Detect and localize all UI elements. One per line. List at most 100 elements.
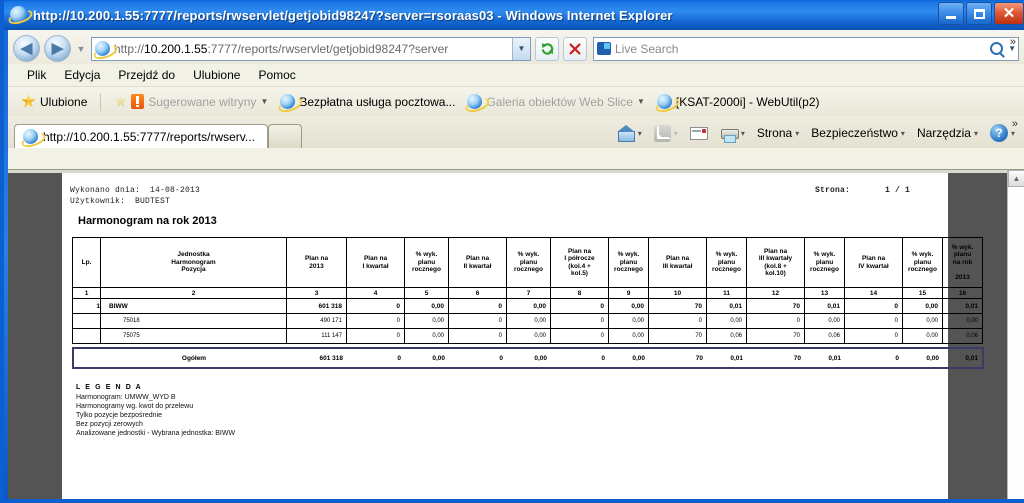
new-tab-button[interactable] xyxy=(268,124,302,148)
row-cell: 0 xyxy=(844,313,903,329)
close-button[interactable]: ✕ xyxy=(994,2,1024,25)
tools-menu-button[interactable]: Narzędzia ▾ xyxy=(912,123,983,143)
chevron-down-icon: ▾ xyxy=(900,128,905,138)
column-number: 5 xyxy=(404,287,449,299)
favorites-item-ksat-2000i-webutil[interactable]: [KSAT-2000i] - WebUtil(p2) xyxy=(652,92,825,111)
row-cell: 0 xyxy=(550,298,609,314)
report-table: Lp. Jednostka Harmonogram Pozycja Plan n… xyxy=(72,237,983,344)
row-cell: 0,00 xyxy=(506,328,551,344)
column-number: 10 xyxy=(648,287,707,299)
favorites-item-sugerowane-witryny[interactable]: Sugerowane witryny ▼ xyxy=(109,92,273,111)
menu-item-ulubione[interactable]: Ulubione xyxy=(184,66,249,84)
report-meta: Wykonano dnia: 14-08-2013 Użytkownik: BU… xyxy=(70,185,938,207)
home-button[interactable]: ▾ xyxy=(612,122,647,144)
favorites-overflow-button[interactable]: » xyxy=(1010,36,1016,48)
window-controls: ✕ xyxy=(938,2,1024,25)
search-input[interactable]: Live Search ▼ xyxy=(593,36,1019,61)
column-header-pct-15: % wyk. planu rocznego xyxy=(902,237,943,288)
column-header-plan-2013: Plan na 2013 xyxy=(286,237,347,288)
internet-explorer-icon xyxy=(10,6,28,24)
favorites-item-bezplatna-usluga-pocztowa[interactable]: Bezpłatna usługa pocztowa... xyxy=(275,92,460,111)
menu-item-pomoc[interactable]: Pomoc xyxy=(249,66,304,84)
column-header-jednostka: Jednostka Harmonogram Pozycja xyxy=(100,237,287,288)
read-mail-button[interactable] xyxy=(685,124,713,143)
chevron-down-icon: ▾ xyxy=(973,128,978,138)
forward-button[interactable]: ▶ xyxy=(44,35,71,62)
menu-item-edycja[interactable]: Edycja xyxy=(55,66,109,84)
row-cell: 0 xyxy=(346,328,405,344)
column-header-plan-ii-kwartal: Plan na II kwartał xyxy=(448,237,507,288)
print-button[interactable]: ▾ xyxy=(715,122,750,144)
print-icon xyxy=(720,125,739,143)
favorites-item-galeria-obiektow-web-slice[interactable]: Galeria obiektów Web Slice ▼ xyxy=(462,92,649,111)
column-header-plan-i-kwartal: Plan na I kwartał xyxy=(346,237,405,288)
maximize-button[interactable] xyxy=(966,2,992,25)
report-generated-label: Wykonano dnia: xyxy=(70,186,141,195)
row-cell: 0,00 xyxy=(902,328,943,344)
total-cell: 0,00 xyxy=(926,354,939,362)
row-cell: 0,06 xyxy=(804,328,845,344)
internet-explorer-icon xyxy=(23,129,38,144)
help-icon: ? xyxy=(989,124,1008,142)
address-bar-row: ◀ ▶ ▼ http://10.200.1.55:7777/reports/rw… xyxy=(8,30,1024,64)
close-icon xyxy=(569,42,581,55)
column-header-pct-5: % wyk. planu rocznego xyxy=(404,237,449,288)
menu-item-plik[interactable]: Plik xyxy=(18,66,55,84)
page-viewport: Wykonano dnia: 14-08-2013 Użytkownik: BU… xyxy=(8,170,1024,499)
row-cell: 0,00 xyxy=(506,313,551,329)
favorites-item-label: Bezpłatna usługa pocztowa... xyxy=(299,94,456,109)
header-title-row: Lp. Jednostka Harmonogram Pozycja Plan n… xyxy=(72,237,983,288)
security-menu-button[interactable]: Bezpieczeństwo ▾ xyxy=(806,123,910,143)
vertical-scrollbar[interactable]: ▲ xyxy=(1007,170,1024,499)
column-header-pct-13: % wyk. planu rocznego xyxy=(804,237,845,288)
forward-arrow-icon: ▶ xyxy=(51,40,64,57)
row-cell: 0,00 xyxy=(506,298,551,314)
row-name: 75075 xyxy=(100,328,287,344)
address-dropdown-button[interactable]: ▼ xyxy=(512,37,530,60)
column-number: 11 xyxy=(706,287,747,299)
total-cell: 0 xyxy=(397,354,401,362)
favorites-button[interactable]: Ulubione xyxy=(16,92,92,111)
total-cell: 0,01 xyxy=(828,354,841,362)
star-icon xyxy=(21,94,36,108)
row-cell: 0,01 xyxy=(942,298,983,314)
refresh-button[interactable] xyxy=(535,36,559,61)
command-bar-overflow-button[interactable]: » xyxy=(1012,118,1018,130)
total-cell: 0,00 xyxy=(632,354,645,362)
live-search-icon xyxy=(597,42,611,55)
rss-feed-icon xyxy=(653,124,671,142)
total-cell: 0,00 xyxy=(432,354,445,362)
row-cell: 0,06 xyxy=(942,328,983,344)
scroll-up-button[interactable]: ▲ xyxy=(1008,170,1024,187)
column-number: 2 xyxy=(100,287,287,299)
stop-button[interactable] xyxy=(563,36,587,61)
minimize-button[interactable] xyxy=(938,2,964,25)
scrollbar-track[interactable] xyxy=(1008,187,1024,499)
tab-report[interactable]: http://10.200.1.55:7777/reports/rwserv..… xyxy=(14,124,268,148)
row-cell: 0 xyxy=(746,313,805,329)
chevron-down-icon: ▾ xyxy=(740,128,745,138)
table-row: 75018 490 171 0 0,00 0 0,00 0 0,00 0 0,0… xyxy=(72,313,983,329)
table-row: 75075 111 147 0 0,00 0 0,00 0 0,00 70 0,… xyxy=(72,328,983,344)
total-cell: 70 xyxy=(695,354,703,362)
menu-item-przejdz-do[interactable]: Przejdź do xyxy=(109,66,184,84)
back-button[interactable]: ◀ xyxy=(13,35,40,62)
favorites-item-label: Sugerowane witryny xyxy=(148,94,257,109)
row-cell: 0 xyxy=(648,313,707,329)
internet-explorer-icon xyxy=(467,94,483,109)
row-cell: 0 xyxy=(346,298,405,314)
feeds-button[interactable]: ▾ xyxy=(649,122,683,145)
report-document: Wykonano dnia: 14-08-2013 Użytkownik: BU… xyxy=(62,173,984,499)
legend-line: Analizowane jednostki - Wybrana jednostk… xyxy=(76,430,236,437)
column-number: 4 xyxy=(346,287,405,299)
recent-pages-button[interactable]: ▼ xyxy=(75,44,87,54)
url-host: 10.200.1.55 xyxy=(144,41,208,56)
column-header-plan-i-polrocze: Plan na I półrocze (kol.4 + kol.5) xyxy=(550,237,609,288)
page-menu-button[interactable]: Strona ▾ xyxy=(752,123,804,143)
row-cell: 0,00 xyxy=(706,313,747,329)
address-input[interactable]: http://10.200.1.55:7777/reports/rwservle… xyxy=(91,36,531,61)
tab-bar: http://10.200.1.55:7777/reports/rwserv..… xyxy=(8,116,1024,148)
total-cell: 70 xyxy=(793,354,801,362)
row-cell: 0,06 xyxy=(706,328,747,344)
suggested-sites-icon xyxy=(131,94,145,109)
